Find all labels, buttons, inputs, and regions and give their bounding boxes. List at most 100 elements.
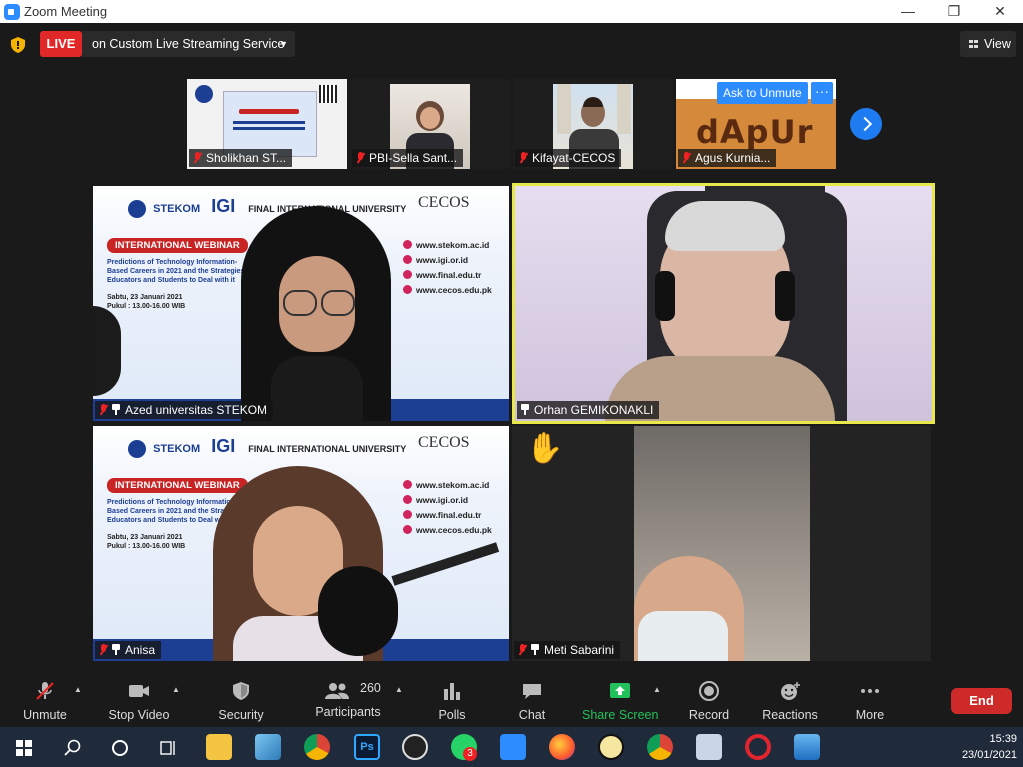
live-badge[interactable]: LIVE <box>40 31 82 57</box>
zoom-logo-icon <box>4 4 20 20</box>
mic-muted-icon <box>193 152 202 164</box>
polls-label: Polls <box>438 708 466 722</box>
meeting-top-bar: LIVE on Custom Live Streaming Service ▼ … <box>0 23 1023 67</box>
cortana-icon[interactable] <box>111 739 129 757</box>
participants-label: Participants <box>315 705 381 719</box>
chat-button[interactable]: Chat <box>512 677 552 723</box>
grid-view-icon <box>969 40 978 48</box>
video-tile-anisa[interactable]: STEKOM IGI FINAL INTERNATIONAL UNIVERSIT… <box>93 426 509 661</box>
video-tile-meti[interactable]: ✋ Meti Sabarini <box>512 426 931 661</box>
strip-tile-sholikhan[interactable]: Sholikhan ST... <box>187 79 347 169</box>
maximize-button[interactable]: ❐ <box>931 0 977 23</box>
chrome-icon[interactable] <box>304 734 330 760</box>
photos-icon[interactable] <box>794 734 820 760</box>
whatsapp-icon[interactable]: 3 <box>451 734 477 761</box>
tile-name: Meti Sabarini <box>514 641 621 659</box>
opera-icon[interactable] <box>745 734 771 760</box>
video-camera-icon <box>129 685 149 697</box>
encryption-shield-icon[interactable] <box>10 37 26 53</box>
polls-chart-icon <box>444 683 460 700</box>
share-screen-label: Share Screen <box>582 708 659 722</box>
system-clock[interactable]: 15:39 23/01/2021 <box>962 731 1017 763</box>
file-explorer-icon[interactable] <box>206 734 232 760</box>
mic-muted-icon <box>519 152 528 164</box>
view-button[interactable]: View <box>960 31 1016 57</box>
chat-bubble-icon <box>523 684 541 699</box>
firefox-icon[interactable] <box>549 734 575 760</box>
webinar-links: www.stekom.ac.id www.igi.or.id www.final… <box>403 238 492 298</box>
search-icon[interactable] <box>64 739 82 757</box>
stekom-logo-icon <box>128 440 146 459</box>
agus-logo-text: dApUr <box>696 113 814 151</box>
spotlight-pin-icon <box>112 644 120 655</box>
record-button[interactable]: Record <box>686 677 732 723</box>
polls-button[interactable]: Polls <box>432 677 472 723</box>
chrome-icon-2[interactable] <box>647 734 673 760</box>
photoshop-icon[interactable]: Ps <box>354 734 380 760</box>
end-meeting-button[interactable]: End <box>951 688 1012 714</box>
security-button[interactable]: Security <box>210 677 272 723</box>
security-shield-icon <box>233 682 249 700</box>
ask-to-unmute-button[interactable]: Ask to Unmute <box>717 82 808 104</box>
webinar-tag: INTERNATIONAL WEBINAR <box>107 238 248 253</box>
windows-start-icon[interactable] <box>16 740 32 756</box>
tile-name: Anisa <box>95 641 162 659</box>
tile-name: PBI-Sella Sant... <box>352 149 464 167</box>
strip-tile-kifayat[interactable]: Kifayat-CECOS <box>513 79 673 169</box>
tile-more-options-button[interactable]: ··· <box>811 82 833 104</box>
stop-video-label: Stop Video <box>108 708 170 722</box>
clock-time: 15:39 <box>989 733 1017 745</box>
close-button[interactable]: ✕ <box>977 0 1023 23</box>
more-button[interactable]: More <box>850 677 890 723</box>
participants-icon <box>325 683 349 699</box>
tile-name: Azed universitas STEKOM <box>95 401 274 419</box>
participants-button[interactable]: 260 Participants <box>310 677 386 723</box>
reactions-label: Reactions <box>762 708 818 722</box>
banner-logos: STEKOM IGI FINAL INTERNATIONAL UNIVERSIT… <box>128 434 470 459</box>
more-dots-icon <box>861 689 879 693</box>
app-shortcut-icon[interactable] <box>255 734 281 760</box>
strip-tile-sella[interactable]: PBI-Sella Sant... <box>350 79 510 169</box>
reactions-button[interactable]: Reactions <box>762 677 818 723</box>
unmute-label: Unmute <box>23 708 67 722</box>
obs-icon[interactable] <box>402 734 428 760</box>
next-page-arrow-icon[interactable] <box>850 108 882 140</box>
person-azed <box>241 206 391 421</box>
mic-muted-icon <box>682 152 691 164</box>
share-screen-button[interactable]: Share Screen <box>582 677 658 723</box>
reactions-smiley-icon <box>781 682 800 700</box>
mic-muted-icon <box>356 152 365 164</box>
unmute-button[interactable]: Unmute <box>12 677 78 723</box>
video-tile-orhan[interactable]: Orhan GEMIKONAKLI <box>512 183 935 424</box>
dropdown-caret-icon: ▼ <box>279 39 288 49</box>
window-title: Zoom Meeting <box>24 4 108 19</box>
share-options-caret-icon[interactable]: ▲ <box>653 685 661 694</box>
audio-options-caret-icon[interactable]: ▲ <box>74 685 82 694</box>
tile-name: Agus Kurnia... <box>678 149 777 167</box>
tile-name: Kifayat-CECOS <box>515 149 622 167</box>
zoom-taskbar-icon[interactable] <box>500 734 526 760</box>
pen-tool-icon[interactable] <box>598 734 624 760</box>
tile-name: Sholikhan ST... <box>189 149 293 167</box>
network-app-icon[interactable] <box>696 734 722 760</box>
chat-label: Chat <box>518 708 546 722</box>
stekom-logo-icon <box>128 200 146 219</box>
participants-options-caret-icon[interactable]: ▲ <box>395 685 403 694</box>
video-tile-azed[interactable]: STEKOM IGI FINAL INTERNATIONAL UNIVERSIT… <box>93 186 509 421</box>
mic-muted-icon <box>99 644 108 656</box>
webinar-description: Predictions of Technology Information-Ba… <box>107 259 253 310</box>
title-bar: Zoom Meeting — ❐ ✕ <box>0 0 1023 23</box>
security-label: Security <box>218 708 264 722</box>
live-stream-dropdown[interactable]: on Custom Live Streaming Service ▼ <box>82 31 295 57</box>
webinar-links: www.stekom.ac.id www.igi.or.id www.final… <box>403 478 492 538</box>
stop-video-button[interactable]: Stop Video <box>104 677 174 723</box>
more-label: More <box>855 708 885 722</box>
whatsapp-badge: 3 <box>463 747 477 761</box>
task-view-icon[interactable] <box>159 739 177 757</box>
record-icon <box>699 681 719 701</box>
participants-count: 260 <box>360 681 381 695</box>
record-label: Record <box>688 708 730 722</box>
minimize-button[interactable]: — <box>885 0 931 23</box>
video-options-caret-icon[interactable]: ▲ <box>172 685 180 694</box>
share-screen-icon <box>610 683 630 698</box>
